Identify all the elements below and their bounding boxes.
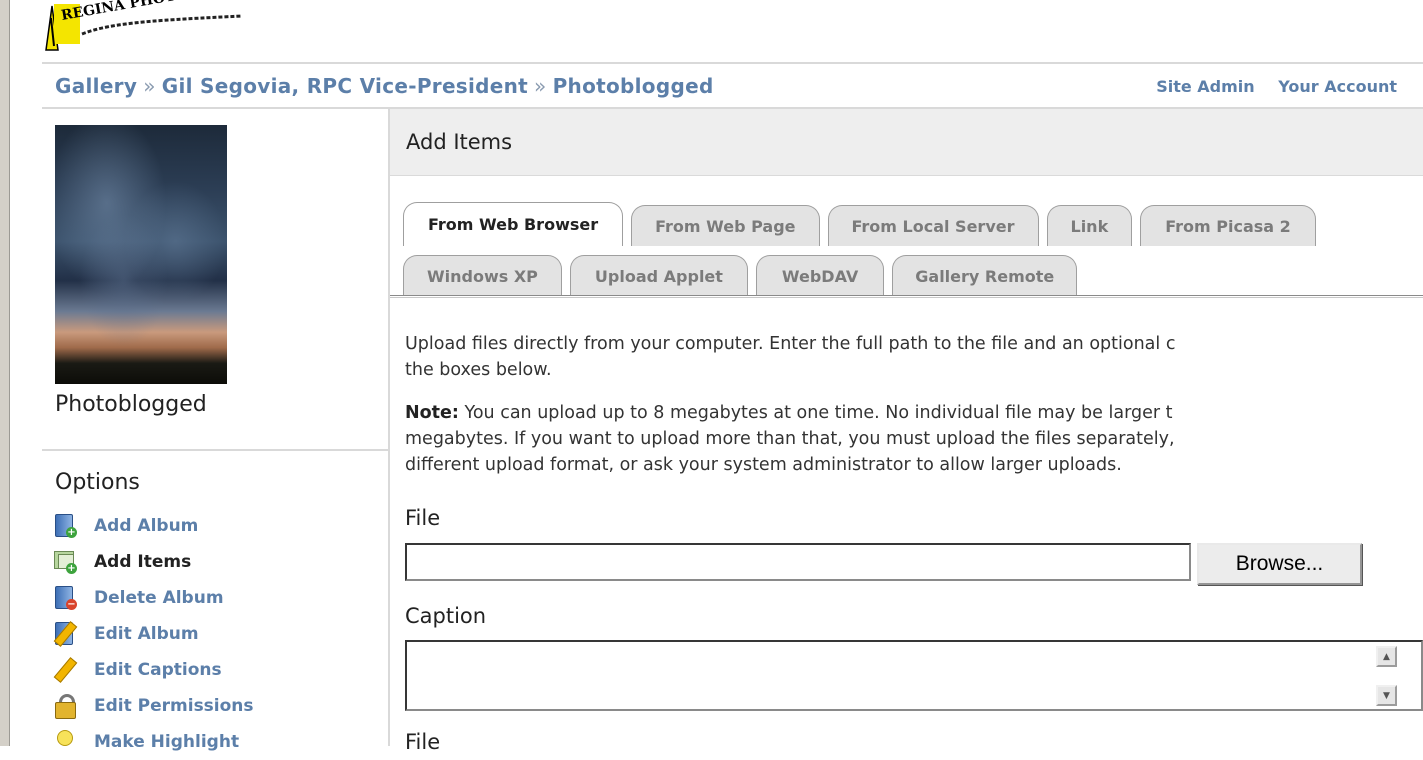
tab-from-web-browser[interactable]: From Web Browser <box>403 202 624 246</box>
option-label: Add Items <box>94 552 192 572</box>
edit-captions-icon <box>52 657 78 683</box>
file-label: File <box>405 506 441 530</box>
note-line-1: Note: You can upload up to 8 megabytes a… <box>405 400 1172 426</box>
option-label: Make Highlight <box>94 732 240 752</box>
tabs-baseline <box>390 295 1423 296</box>
note-line-2: megabytes. If you want to upload more th… <box>405 429 1175 449</box>
sidebar-divider <box>388 109 390 746</box>
site-logo[interactable]: REGINA PHOTO <box>42 0 252 52</box>
options-list: + Add Album + Add Items − Delete Album E… <box>52 508 254 760</box>
file-label-2: File <box>405 730 441 754</box>
breadcrumb: Gallery» Gil Segovia, RPC Vice-President»… <box>55 74 714 98</box>
thumbnail-caption: Photoblogged <box>55 392 207 417</box>
add-album-icon: + <box>52 513 78 539</box>
your-account-link[interactable]: Your Account <box>1278 77 1397 96</box>
tab-gallery-remote[interactable]: Gallery Remote <box>892 255 1078 296</box>
album-thumbnail[interactable] <box>55 125 227 384</box>
logo-text: REGINA PHOTO <box>60 0 189 24</box>
tabs-row-1: From Web Browser From Web Page From Loca… <box>403 202 1324 246</box>
file-path-input[interactable] <box>405 543 1191 581</box>
caption-textarea[interactable] <box>405 640 1423 711</box>
caption-label: Caption <box>405 604 487 628</box>
option-edit-captions[interactable]: Edit Captions <box>52 652 254 688</box>
site-admin-link[interactable]: Site Admin <box>1156 77 1254 96</box>
breadcrumb-album[interactable]: Gil Segovia, RPC Vice-President <box>162 74 528 98</box>
tab-from-picasa[interactable]: From Picasa 2 <box>1140 205 1316 246</box>
tab-from-web-page[interactable]: From Web Page <box>631 205 820 246</box>
option-label: Edit Captions <box>94 660 222 680</box>
breadcrumb-gallery[interactable]: Gallery <box>55 74 137 98</box>
option-add-album[interactable]: + Add Album <box>52 508 254 544</box>
option-edit-album[interactable]: Edit Album <box>52 616 254 652</box>
option-add-items[interactable]: + Add Items <box>52 544 254 580</box>
option-label: Edit Permissions <box>94 696 254 716</box>
logo-graphic: REGINA PHOTO <box>45 0 243 51</box>
browse-button[interactable]: Browse... <box>1197 543 1362 585</box>
option-delete-album[interactable]: − Delete Album <box>52 580 254 616</box>
tab-link[interactable]: Link <box>1046 205 1133 246</box>
note-text: You can upload up to 8 megabytes at one … <box>458 403 1173 423</box>
option-make-highlight[interactable]: Make Highlight <box>52 724 254 760</box>
edit-album-icon <box>52 621 78 647</box>
tabs-row-2: Windows XP Upload Applet WebDAV Gallery … <box>403 255 1085 296</box>
system-links: Site Admin Your Account <box>1138 77 1397 96</box>
header-divider <box>42 62 1423 64</box>
scroll-up-button[interactable]: ▲ <box>1376 646 1397 667</box>
option-label: Edit Album <box>94 624 199 644</box>
sidebar-section-divider <box>42 449 388 451</box>
scroll-down-button[interactable]: ▼ <box>1376 685 1397 706</box>
intro-line-1: Upload files directly from your computer… <box>405 334 1176 354</box>
main-title-bar: Add Items <box>390 109 1423 176</box>
edit-permissions-icon <box>52 693 78 719</box>
option-label: Add Album <box>94 516 199 536</box>
note-line-3: different upload format, or ask your sys… <box>405 455 1122 475</box>
breadcrumb-current[interactable]: Photoblogged <box>553 74 714 98</box>
left-window-edge <box>0 0 10 746</box>
tab-upload-applet[interactable]: Upload Applet <box>569 255 748 296</box>
option-label: Delete Album <box>94 588 224 608</box>
intro-line-2: the boxes below. <box>405 360 552 380</box>
tab-webdav[interactable]: WebDAV <box>755 255 885 296</box>
tabs-baseline-shadow <box>390 297 1423 298</box>
tab-windows-xp[interactable]: Windows XP <box>403 255 562 296</box>
note-label: Note: <box>405 403 459 423</box>
delete-album-icon: − <box>52 585 78 611</box>
breadcrumb-separator: » <box>143 74 156 98</box>
option-edit-permissions[interactable]: Edit Permissions <box>52 688 254 724</box>
breadcrumb-separator: » <box>534 74 547 98</box>
page-title: Add Items <box>406 130 513 154</box>
make-highlight-icon <box>52 729 78 755</box>
add-items-icon: + <box>52 549 78 575</box>
tab-from-local-server[interactable]: From Local Server <box>827 205 1039 246</box>
options-title: Options <box>55 470 140 495</box>
